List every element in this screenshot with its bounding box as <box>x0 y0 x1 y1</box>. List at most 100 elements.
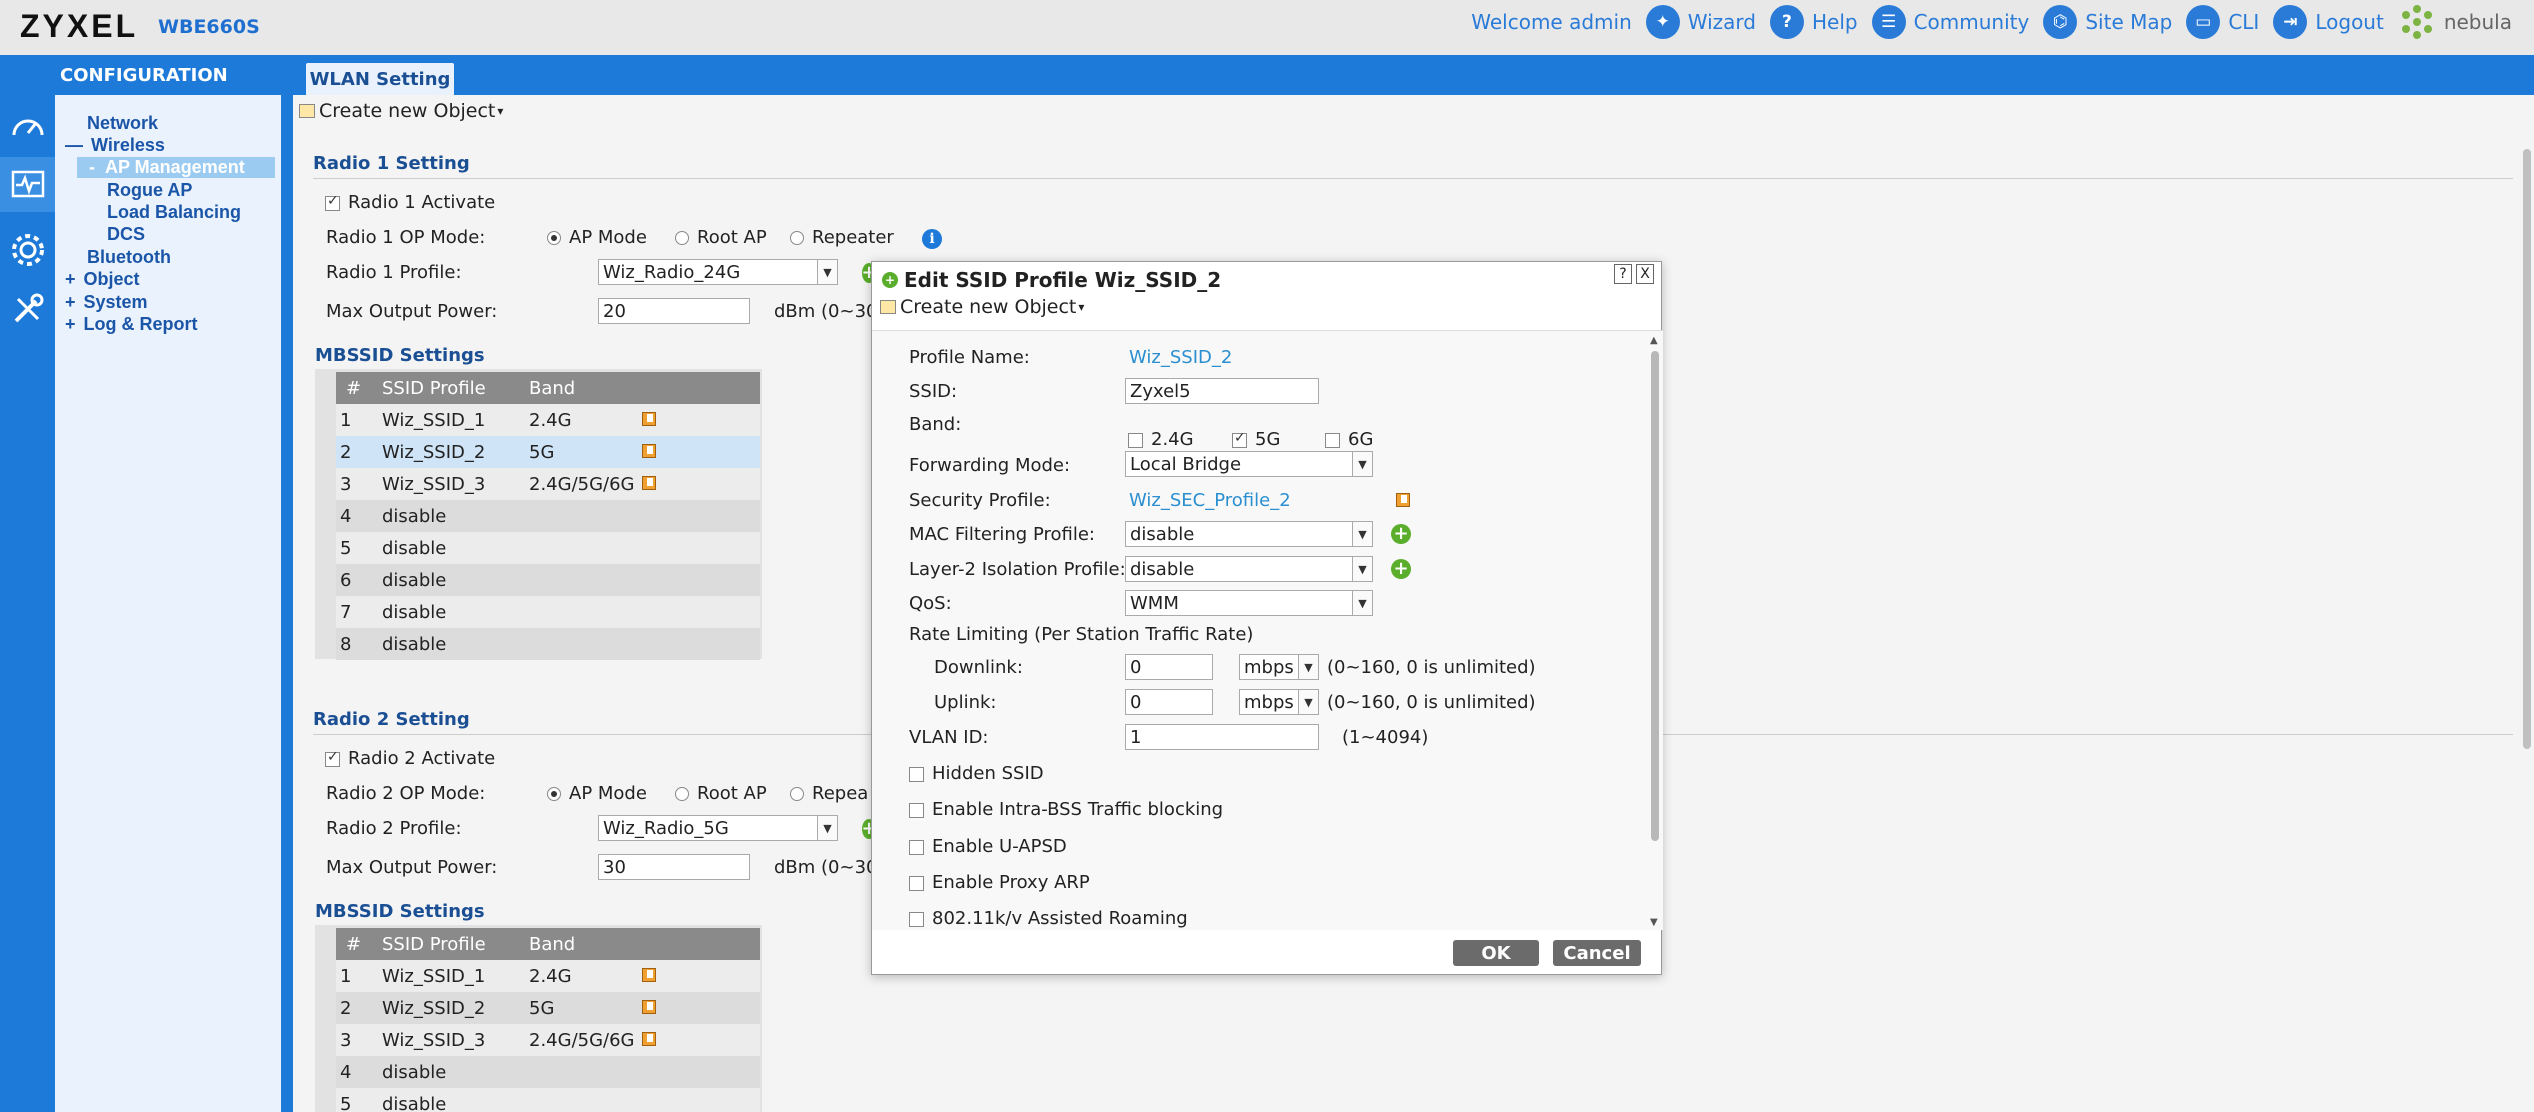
col-header: SSID Profile <box>372 928 519 960</box>
radio1-power-input[interactable]: 20 <box>598 298 750 324</box>
band-2-4g-checkbox[interactable]: 2.4G <box>1128 429 1194 450</box>
sidebar-item-log-report[interactable]: + Log & Report <box>65 314 198 335</box>
mac-filtering-select[interactable]: disable ▼ <box>1125 521 1373 547</box>
radio1-profile-select[interactable]: Wiz_Radio_24G ▼ <box>598 259 838 285</box>
dialog-scrollbar[interactable]: ▲ ▼ <box>1647 331 1663 930</box>
sidebar-item-wireless[interactable]: — Wireless <box>65 135 165 156</box>
intra-bss-checkbox[interactable]: Enable Intra-BSS Traffic blocking <box>909 799 1223 820</box>
radio2-power-label: Max Output Power: <box>326 857 498 878</box>
table-cell <box>642 468 760 500</box>
ssid-input[interactable]: Zyxel5 <box>1125 378 1319 404</box>
gear-icon[interactable] <box>0 222 55 277</box>
uplink-unit-select[interactable]: mbps ▼ <box>1239 689 1319 715</box>
table-row[interactable]: 2 Wiz_SSID_2 5G <box>336 436 760 468</box>
table-row[interactable]: 4 disable <box>336 1056 760 1088</box>
radio-unselected <box>790 787 804 801</box>
table-row[interactable]: 3 Wiz_SSID_3 2.4G/5G/6G <box>336 1024 760 1056</box>
downlink-input[interactable]: 0 <box>1125 654 1213 680</box>
radio2-mode-root-ap[interactable]: Root AP <box>675 783 767 804</box>
radio2-mode-ap[interactable]: AP Mode <box>547 783 647 804</box>
sidebar-item-load-balancing[interactable]: Load Balancing <box>107 202 241 223</box>
qos-select[interactable]: WMM ▼ <box>1125 590 1373 616</box>
logout-link[interactable]: ⇥ Logout <box>2273 5 2384 39</box>
add-l2-profile-icon[interactable]: + <box>1391 559 1411 579</box>
edit-icon[interactable] <box>642 999 656 1014</box>
radio2-power-input[interactable]: 30 <box>598 854 750 880</box>
table-row[interactable]: 6 disable <box>336 564 760 596</box>
maintenance-icon[interactable] <box>0 281 55 336</box>
tab-wlan-setting[interactable]: WLAN Setting <box>306 63 454 95</box>
radio1-mode-root-ap[interactable]: Root AP <box>675 227 767 248</box>
sidebar-item-network[interactable]: Network <box>87 113 158 134</box>
help-button[interactable]: ? <box>1614 264 1632 284</box>
col-header <box>656 928 760 960</box>
ok-button[interactable]: OK <box>1453 940 1539 966</box>
sidebar-item-bluetooth[interactable]: Bluetooth <box>87 247 171 268</box>
dashboard-icon[interactable] <box>0 99 55 154</box>
create-new-object-menu[interactable]: Create new Object <box>900 296 1076 318</box>
radio2-profile-select[interactable]: Wiz_Radio_5G ▼ <box>598 815 838 841</box>
table-row[interactable]: 1 Wiz_SSID_1 2.4G <box>336 960 760 992</box>
vlan-id-input[interactable]: 1 <box>1125 724 1319 750</box>
table-cell: Wiz_SSID_2 <box>372 436 519 468</box>
info-icon[interactable]: i <box>922 229 942 249</box>
u-apsd-checkbox[interactable]: Enable U-APSD <box>909 836 1067 857</box>
edit-icon[interactable] <box>642 411 656 426</box>
device-model: WBE660S <box>158 16 260 38</box>
radio2-activate-checkbox[interactable]: Radio 2 Activate <box>325 748 495 769</box>
sidebar-item-object[interactable]: + Object <box>65 269 140 290</box>
community-link[interactable]: ☰ Community <box>1871 5 2029 39</box>
radio1-mode-ap[interactable]: AP Mode <box>547 227 647 248</box>
table-row[interactable]: 1 Wiz_SSID_1 2.4G <box>336 404 760 436</box>
scroll-thumb[interactable] <box>2523 149 2531 749</box>
add-mac-profile-icon[interactable]: + <box>1391 524 1411 544</box>
main-scrollbar[interactable] <box>2520 135 2534 755</box>
band-6g-checkbox[interactable]: 6G <box>1325 429 1373 450</box>
scroll-up-icon[interactable]: ▲ <box>1650 335 1658 346</box>
col-header: # <box>336 928 372 960</box>
monitor-icon[interactable] <box>0 157 55 212</box>
edit-icon[interactable] <box>642 967 656 982</box>
col-header <box>656 372 760 404</box>
l2-isolation-select[interactable]: disable ▼ <box>1125 556 1373 582</box>
table-row[interactable]: 7 disable <box>336 596 760 628</box>
edit-icon[interactable] <box>642 443 656 458</box>
nebula-link[interactable]: nebula <box>2398 3 2512 41</box>
radio2-mode-repeater[interactable]: Repea <box>790 783 868 804</box>
sitemap-link[interactable]: ⌬ Site Map <box>2043 5 2172 39</box>
radio1-mode-repeater[interactable]: Repeater <box>790 227 894 248</box>
proxy-arp-checkbox[interactable]: Enable Proxy ARP <box>909 872 1090 893</box>
table-cell <box>519 564 656 596</box>
forwarding-mode-select[interactable]: Local Bridge ▼ <box>1125 451 1373 477</box>
table-row[interactable]: 4 disable <box>336 500 760 532</box>
edit-icon[interactable] <box>642 1031 656 1046</box>
table-row[interactable]: 8 disable <box>336 628 760 660</box>
uplink-input[interactable]: 0 <box>1125 689 1213 715</box>
hidden-ssid-checkbox[interactable]: Hidden SSID <box>909 763 1044 784</box>
create-new-object-menu[interactable]: Create new Object <box>319 100 495 122</box>
downlink-unit-select[interactable]: mbps ▼ <box>1239 654 1319 680</box>
edit-icon[interactable] <box>1396 493 1410 507</box>
table-row[interactable]: 2 Wiz_SSID_2 5G <box>336 992 760 1024</box>
radio1-activate-checkbox[interactable]: Radio 1 Activate <box>325 192 495 213</box>
table-row[interactable]: 3 Wiz_SSID_3 2.4G/5G/6G <box>336 468 760 500</box>
radio1-profile-label: Radio 1 Profile: <box>326 262 462 283</box>
scroll-thumb[interactable] <box>1651 351 1659 841</box>
band-5g-checkbox[interactable]: 5G <box>1232 429 1280 450</box>
cli-link[interactable]: ▭ CLI <box>2186 5 2259 39</box>
scroll-down-icon[interactable]: ▼ <box>1650 917 1658 928</box>
band-label: Band: <box>909 414 962 435</box>
help-link[interactable]: ? Help <box>1769 5 1858 39</box>
table-row[interactable]: 5 disable <box>336 1088 760 1112</box>
wizard-link[interactable]: ✦ Wizard <box>1645 5 1756 39</box>
sidebar-item-rogue-ap[interactable]: Rogue AP <box>107 180 192 201</box>
sidebar-item-ap-management[interactable]: - AP Management <box>77 157 275 178</box>
close-button[interactable]: X <box>1636 264 1654 284</box>
cancel-button[interactable]: Cancel <box>1553 940 1641 966</box>
sidebar-item-dcs[interactable]: DCS <box>107 224 145 245</box>
assisted-roaming-checkbox[interactable]: 802.11k/v Assisted Roaming <box>909 908 1188 929</box>
sidebar-item-system[interactable]: + System <box>65 292 148 313</box>
edit-icon[interactable] <box>642 475 656 490</box>
security-profile-link[interactable]: Wiz_SEC_Profile_2 <box>1129 490 1291 511</box>
table-row[interactable]: 5 disable <box>336 532 760 564</box>
